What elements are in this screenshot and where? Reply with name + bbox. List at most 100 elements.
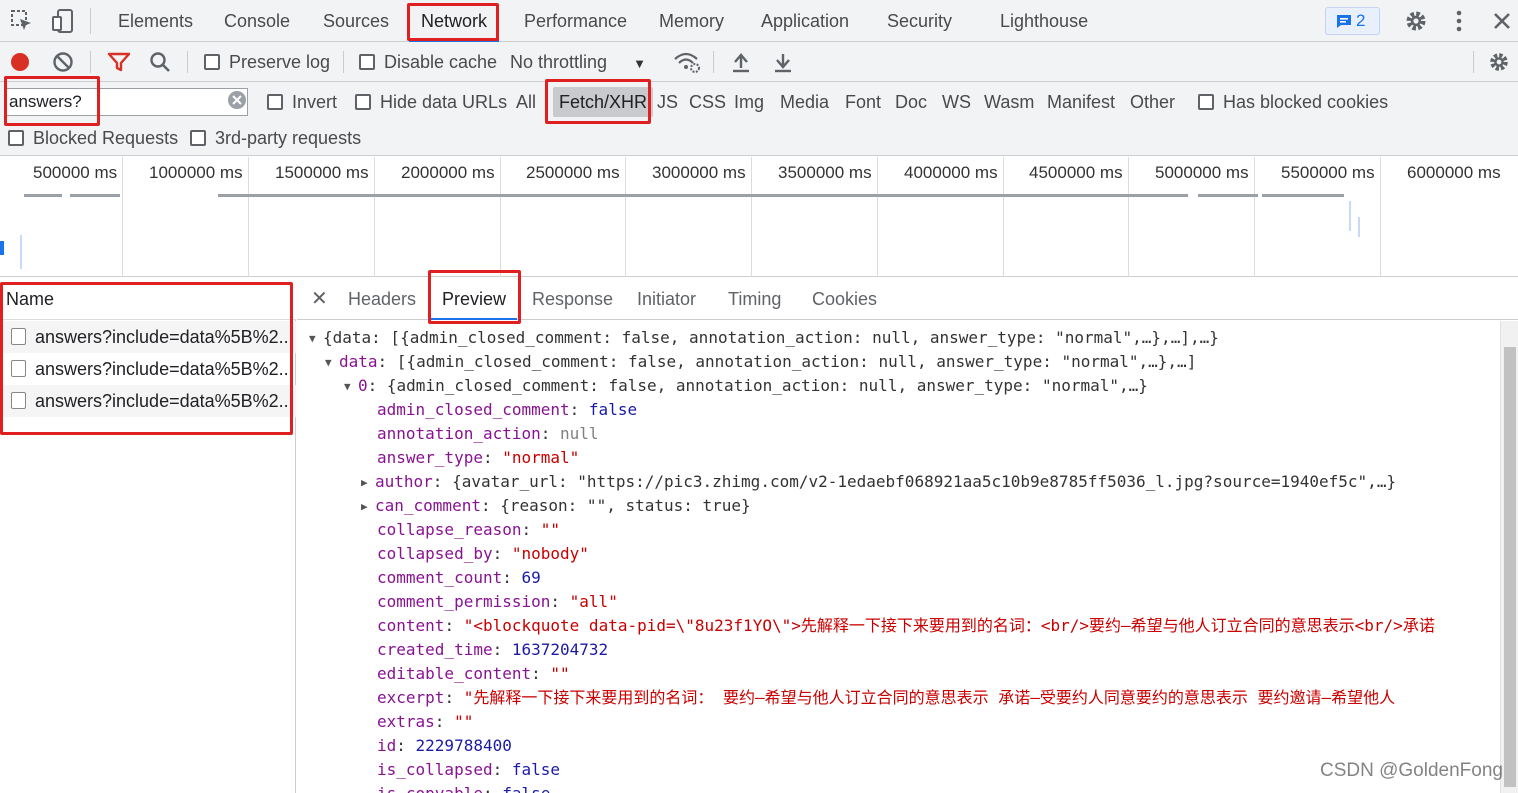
- blocked-requests-label: Blocked Requests: [33, 128, 179, 148]
- filter-icon[interactable]: [107, 51, 131, 78]
- checkbox-box[interactable]: [355, 94, 371, 110]
- name-column-header[interactable]: Name: [0, 278, 296, 320]
- tab-cookies[interactable]: Cookies: [812, 278, 877, 320]
- request-select-checkbox[interactable]: [11, 392, 26, 409]
- network-overview[interactable]: 500000 ms 1000000 ms 1500000 ms 2000000 …: [0, 157, 1518, 277]
- json-field-excerpt: excerpt: "先解释一下接下来要用到的名词： 要约—希望与他人订立合同的意…: [377, 686, 1395, 710]
- network-conditions-icon[interactable]: [673, 50, 701, 79]
- expand-triangle-icon[interactable]: ▼: [325, 351, 339, 375]
- toolbar-separator: [713, 51, 714, 73]
- json-value: "先解释一下接下来要用到的名词： 要约—希望与他人订立合同的意思表示 承诺—受要…: [463, 688, 1396, 707]
- throttling-select[interactable]: No throttling ▼: [510, 42, 646, 82]
- expand-triangle-icon[interactable]: ▼: [344, 375, 358, 399]
- has-blocked-cookies-checkbox[interactable]: Has blocked cookies: [1198, 82, 1388, 122]
- overview-activity-bar: [218, 194, 1188, 197]
- tab-lighthouse[interactable]: Lighthouse: [1000, 0, 1088, 42]
- json-field-can-comment[interactable]: ▶ can_comment: {reason: "", status: true}: [361, 494, 751, 518]
- settings-gear-icon[interactable]: [1403, 8, 1429, 34]
- json-value: "normal": [502, 448, 580, 467]
- tab-sources[interactable]: Sources: [323, 0, 389, 42]
- tab-initiator[interactable]: Initiator: [637, 278, 696, 320]
- json-data-node[interactable]: ▼ data: [{admin_closed_comment: false, an…: [325, 350, 1196, 374]
- request-name: answers?include=data%5B%2...: [35, 359, 294, 379]
- checkbox-box[interactable]: [267, 94, 283, 110]
- filter-type-all[interactable]: All: [516, 82, 536, 122]
- preview-scrollbar[interactable]: [1500, 321, 1518, 793]
- request-select-checkbox[interactable]: [11, 360, 26, 377]
- json-key: is_collapsed: [377, 760, 493, 779]
- toolbar-separator: [343, 51, 344, 73]
- tab-security[interactable]: Security: [887, 0, 952, 42]
- json-root-node[interactable]: ▼ {data: [{admin_closed_comment: false, a…: [309, 326, 1219, 350]
- close-details-icon[interactable]: ✕: [311, 289, 328, 309]
- filter-type-wasm[interactable]: Wasm: [984, 82, 1034, 122]
- tab-response[interactable]: Response: [532, 278, 613, 320]
- checkbox-box[interactable]: [190, 130, 206, 146]
- network-settings-gear-icon[interactable]: [1487, 50, 1511, 79]
- hide-data-urls-checkbox[interactable]: Hide data URLs: [355, 82, 507, 122]
- clear-log-icon[interactable]: [52, 51, 74, 78]
- json-key: comment_permission: [377, 592, 551, 611]
- filter-type-media[interactable]: Media: [780, 82, 829, 122]
- expand-triangle-icon[interactable]: ▶: [361, 471, 375, 495]
- json-item-node[interactable]: ▼ 0: {admin_closed_comment: false, annota…: [344, 374, 1148, 398]
- issues-badge[interactable]: 2: [1325, 7, 1380, 35]
- filter-type-img[interactable]: Img: [734, 82, 764, 122]
- expand-triangle-icon[interactable]: ▼: [309, 327, 323, 351]
- inspect-element-icon[interactable]: [9, 8, 35, 34]
- json-field-author[interactable]: ▶ author: {avatar_url: "https://pic3.zhim…: [361, 470, 1396, 494]
- filter-type-js[interactable]: JS: [657, 82, 678, 122]
- request-row[interactable]: answers?include=data%5B%2...: [0, 385, 296, 417]
- filter-type-doc[interactable]: Doc: [895, 82, 927, 122]
- tab-network[interactable]: Network: [408, 0, 500, 42]
- third-party-requests-checkbox[interactable]: 3rd-party requests: [190, 118, 361, 158]
- tab-headers[interactable]: Headers: [348, 278, 416, 320]
- tab-timing[interactable]: Timing: [728, 278, 781, 320]
- request-select-checkbox[interactable]: [11, 328, 26, 345]
- filter-type-font[interactable]: Font: [845, 82, 881, 122]
- device-toolbar-icon[interactable]: [50, 8, 76, 34]
- expand-triangle-icon[interactable]: ▶: [361, 495, 375, 519]
- overview-request-mark: [1349, 201, 1351, 231]
- invert-checkbox[interactable]: Invert: [267, 82, 337, 122]
- filter-type-other[interactable]: Other: [1130, 82, 1175, 122]
- filter-type-ws[interactable]: WS: [942, 82, 971, 122]
- record-icon[interactable]: [9, 51, 31, 78]
- overview-tick-label: 3000000 ms: [652, 163, 746, 182]
- json-key: can_comment: [375, 496, 481, 515]
- filter-type-fetch-xhr[interactable]: Fetch/XHR: [553, 87, 654, 117]
- tab-performance[interactable]: Performance: [524, 0, 627, 42]
- scrollbar-thumb[interactable]: [1504, 347, 1516, 787]
- import-har-icon[interactable]: [730, 51, 752, 78]
- tab-application[interactable]: Application: [761, 0, 849, 42]
- tab-elements[interactable]: Elements: [118, 0, 193, 42]
- overview-gridline: [751, 157, 752, 277]
- request-row[interactable]: answers?include=data%5B%2...: [0, 353, 296, 385]
- json-field-answer-type: answer_type: "normal": [377, 446, 579, 470]
- request-row[interactable]: answers?include=data%5B%2...: [0, 321, 296, 353]
- checkbox-box[interactable]: [8, 130, 24, 146]
- tab-memory[interactable]: Memory: [659, 0, 724, 42]
- checkbox-box[interactable]: [1198, 94, 1214, 110]
- filter-type-manifest[interactable]: Manifest: [1047, 82, 1115, 122]
- json-key: data: [339, 352, 378, 371]
- json-colon: :: [396, 736, 416, 755]
- checkbox-box[interactable]: [204, 54, 220, 70]
- tab-preview[interactable]: Preview: [430, 278, 518, 320]
- export-har-icon[interactable]: [772, 51, 794, 78]
- disable-cache-checkbox[interactable]: Disable cache: [359, 42, 497, 82]
- third-party-requests-label: 3rd-party requests: [215, 128, 362, 148]
- tab-console[interactable]: Console: [224, 0, 290, 42]
- overview-gridline: [1380, 157, 1381, 277]
- overview-activity-bar: [1198, 194, 1258, 197]
- blocked-requests-checkbox[interactable]: Blocked Requests: [8, 118, 178, 158]
- checkbox-box[interactable]: [359, 54, 375, 70]
- filter-type-css[interactable]: CSS: [689, 82, 726, 122]
- close-devtools-icon[interactable]: [1489, 8, 1515, 34]
- clear-filter-icon[interactable]: [227, 90, 247, 115]
- preserve-log-checkbox[interactable]: Preserve log: [204, 42, 330, 82]
- json-value: false: [502, 784, 550, 793]
- more-options-icon[interactable]: [1446, 8, 1472, 34]
- filter-input[interactable]: [5, 88, 248, 116]
- search-icon[interactable]: [149, 51, 171, 78]
